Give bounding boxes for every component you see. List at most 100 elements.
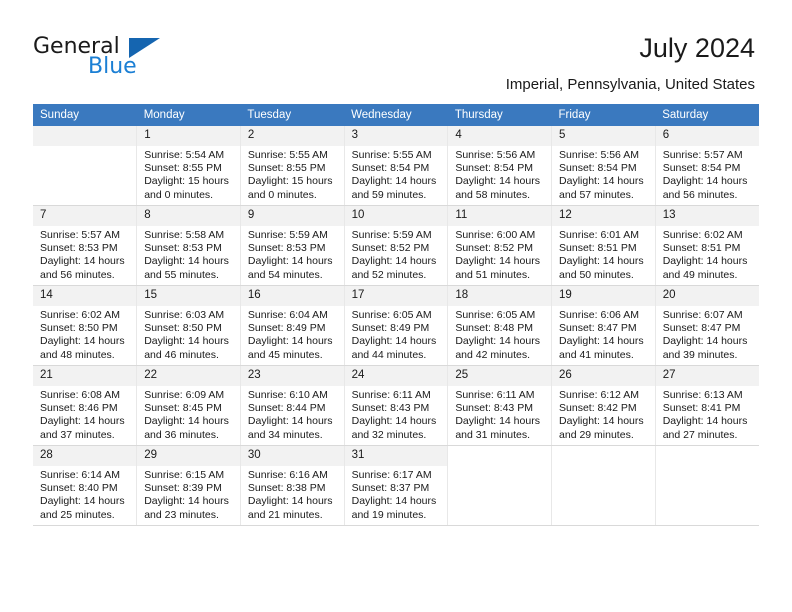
calendar-day-cell[interactable]: 30 Sunrise: 6:16 AM Sunset: 8:38 PM Dayligh… [240,445,345,526]
calendar-day-cell[interactable]: 13 Sunrise: 6:02 AM Sunset: 8:51 PM Dayligh… [655,205,759,286]
sunrise-text: Sunrise: 5:58 AM [144,229,225,241]
weekday-header-saturday: Saturday [655,104,759,126]
sunrise-text: Sunrise: 6:11 AM [351,389,431,401]
day-number: 25 [448,366,552,386]
calendar-cell-inner: 18 Sunrise: 6:05 AM Sunset: 8:48 PM Dayligh… [448,286,552,365]
calendar-day-cell[interactable]: 31 Sunrise: 6:17 AM Sunset: 8:37 PM Dayligh… [344,445,449,526]
daylight-text: Daylight: 14 hours and 50 minutes. [559,255,644,281]
calendar-day-cell[interactable]: 9 Sunrise: 5:59 AM Sunset: 8:53 PM Daylight… [240,205,345,286]
calendar-day-cell[interactable]: 5 Sunrise: 5:56 AM Sunset: 8:54 PM Daylight… [551,126,656,206]
calendar-day-cell[interactable]: 8 Sunrise: 5:58 AM Sunset: 8:53 PM Daylight… [136,205,241,286]
weekday-header-tuesday: Tuesday [240,104,345,126]
calendar-cell-inner [33,126,137,205]
daylight-text: Daylight: 14 hours and 42 minutes. [455,335,540,361]
sunset-text: Sunset: 8:51 PM [662,242,741,255]
sunset-text: Sunset: 8:43 PM [351,402,430,415]
sunset-text: Sunset: 8:53 PM [144,242,222,255]
calendar-cell-empty [551,445,656,526]
sunrise-text: Sunrise: 5:55 AM [247,149,328,161]
calendar-day-cell[interactable]: 4 Sunrise: 5:56 AM Sunset: 8:54 PM Daylight… [447,126,553,206]
day-number: 6 [655,126,759,146]
calendar-day-cell[interactable]: 27 Sunrise: 6:13 AM Sunset: 8:41 PM Dayligh… [655,365,759,446]
calendar-day-cell[interactable]: 29 Sunrise: 6:15 AM Sunset: 8:39 PM Dayligh… [136,445,241,526]
calendar-day-cell[interactable]: 20 Sunrise: 6:07 AM Sunset: 8:47 PM Dayligh… [655,285,759,366]
daylight-text: Daylight: 14 hours and 32 minutes. [351,415,437,441]
calendar-day-cell[interactable]: 21 Sunrise: 6:08 AM Sunset: 8:46 PM Dayligh… [33,365,138,446]
day-number: 15 [137,286,240,306]
day-sun-info: Sunrise: 5:57 AM Sunset: 8:53 PM Daylight:… [33,226,136,282]
day-sun-info: Sunrise: 6:05 AM Sunset: 8:49 PM Daylight:… [345,306,448,362]
sunset-text: Sunset: 8:49 PM [351,322,430,335]
day-number: 11 [448,206,552,226]
daylight-text: Daylight: 14 hours and 56 minutes. [40,255,125,281]
calendar-day-cell[interactable]: 14 Sunrise: 6:02 AM Sunset: 8:50 PM Dayligh… [33,285,138,366]
daylight-text: Daylight: 14 hours and 57 minutes. [559,175,644,201]
day-number: 29 [137,446,240,466]
sunset-text: Sunset: 8:54 PM [455,162,533,175]
calendar-day-cell[interactable]: 22 Sunrise: 6:09 AM Sunset: 8:45 PM Dayligh… [136,365,241,446]
sunset-text: Sunset: 8:37 PM [351,482,430,495]
calendar-cell-inner: 3 Sunrise: 5:55 AM Sunset: 8:54 PM Daylight… [344,126,448,205]
sunset-text: Sunset: 8:50 PM [144,322,222,335]
sunset-text: Sunset: 8:45 PM [144,402,222,415]
calendar-cell-inner: 28 Sunrise: 6:14 AM Sunset: 8:40 PM Dayligh… [33,446,137,525]
day-sun-info: Sunrise: 6:03 AM Sunset: 8:50 PM Daylight:… [137,306,240,362]
calendar-day-cell[interactable]: 3 Sunrise: 5:55 AM Sunset: 8:54 PM Daylight… [344,126,449,206]
day-sun-info: Sunrise: 6:09 AM Sunset: 8:45 PM Daylight:… [137,386,240,442]
calendar-cell-inner: 25 Sunrise: 6:11 AM Sunset: 8:43 PM Dayligh… [448,366,552,445]
calendar-cell-inner: 20 Sunrise: 6:07 AM Sunset: 8:47 PM Dayligh… [655,286,759,365]
calendar-day-cell[interactable]: 18 Sunrise: 6:05 AM Sunset: 8:48 PM Dayligh… [447,285,553,366]
day-sun-info: Sunrise: 5:59 AM Sunset: 8:52 PM Daylight:… [345,226,448,282]
calendar-week-row: 21 Sunrise: 6:08 AM Sunset: 8:46 PM Dayligh… [33,365,759,446]
calendar-day-cell[interactable]: 19 Sunrise: 6:06 AM Sunset: 8:47 PM Dayligh… [551,285,656,366]
day-sun-info: Sunrise: 5:57 AM Sunset: 8:54 PM Daylight:… [656,146,759,202]
daylight-text: Daylight: 14 hours and 37 minutes. [40,415,125,441]
daylight-text: Daylight: 14 hours and 59 minutes. [351,175,437,201]
calendar-day-cell[interactable]: 25 Sunrise: 6:11 AM Sunset: 8:43 PM Dayligh… [447,365,553,446]
day-number: 12 [552,206,655,226]
sunrise-text: Sunrise: 6:02 AM [662,229,743,241]
day-sun-info: Sunrise: 5:56 AM Sunset: 8:54 PM Daylight:… [552,146,655,202]
calendar-day-cell[interactable]: 2 Sunrise: 5:55 AM Sunset: 8:55 PM Daylight… [240,126,345,206]
day-number: 14 [33,286,137,306]
calendar-cell-inner: 6 Sunrise: 5:57 AM Sunset: 8:54 PM Daylight… [655,126,759,205]
calendar-day-cell[interactable]: 11 Sunrise: 6:00 AM Sunset: 8:52 PM Dayligh… [447,205,553,286]
calendar-day-cell[interactable]: 16 Sunrise: 6:04 AM Sunset: 8:49 PM Dayligh… [240,285,345,366]
calendar-day-cell[interactable]: 28 Sunrise: 6:14 AM Sunset: 8:40 PM Dayligh… [33,445,138,526]
calendar-day-cell[interactable]: 10 Sunrise: 5:59 AM Sunset: 8:52 PM Dayligh… [344,205,449,286]
calendar-day-cell[interactable]: 23 Sunrise: 6:10 AM Sunset: 8:44 PM Dayligh… [240,365,345,446]
sunrise-text: Sunrise: 6:08 AM [40,389,120,401]
sunrise-text: Sunrise: 6:14 AM [40,469,120,481]
day-sun-info: Sunrise: 6:11 AM Sunset: 8:43 PM Daylight:… [345,386,448,442]
daylight-text: Daylight: 14 hours and 39 minutes. [662,335,748,361]
calendar-day-cell[interactable]: 17 Sunrise: 6:05 AM Sunset: 8:49 PM Dayligh… [344,285,449,366]
daylight-text: Daylight: 15 hours and 0 minutes. [247,175,333,201]
calendar-day-cell[interactable]: 6 Sunrise: 5:57 AM Sunset: 8:54 PM Daylight… [655,126,759,206]
daylight-text: Daylight: 14 hours and 56 minutes. [662,175,748,201]
daylight-text: Daylight: 14 hours and 41 minutes. [559,335,644,361]
page-subtitle: Imperial, Pennsylvania, United States [505,76,755,93]
calendar-day-cell[interactable]: 15 Sunrise: 6:03 AM Sunset: 8:50 PM Dayligh… [136,285,241,366]
calendar-page: General Blue July 2024 Imperial, Pennsyl… [0,0,792,612]
sunrise-text: Sunrise: 6:09 AM [144,389,225,401]
day-number: 26 [552,366,655,386]
daylight-text: Daylight: 15 hours and 0 minutes. [144,175,229,201]
calendar-cell-inner: 19 Sunrise: 6:06 AM Sunset: 8:47 PM Dayligh… [552,286,655,365]
sunset-text: Sunset: 8:55 PM [144,162,222,175]
day-sun-info: Sunrise: 6:02 AM Sunset: 8:50 PM Daylight:… [33,306,136,362]
calendar-cell-inner: 13 Sunrise: 6:02 AM Sunset: 8:51 PM Dayligh… [655,206,759,285]
calendar-day-cell[interactable]: 12 Sunrise: 6:01 AM Sunset: 8:51 PM Dayligh… [551,205,656,286]
sunset-text: Sunset: 8:53 PM [40,242,118,255]
day-number: 20 [655,286,759,306]
day-sun-info: Sunrise: 5:59 AM Sunset: 8:53 PM Daylight:… [241,226,344,282]
day-number: 21 [33,366,137,386]
calendar-cell-inner: 10 Sunrise: 5:59 AM Sunset: 8:52 PM Dayligh… [344,206,448,285]
page-title: July 2024 [639,33,755,63]
calendar-day-cell[interactable]: 24 Sunrise: 6:11 AM Sunset: 8:43 PM Dayligh… [344,365,449,446]
calendar-day-cell[interactable]: 26 Sunrise: 6:12 AM Sunset: 8:42 PM Dayligh… [551,365,656,446]
weekday-header-sunday: Sunday [33,104,137,126]
calendar-day-cell[interactable]: 7 Sunrise: 5:57 AM Sunset: 8:53 PM Daylight… [33,205,138,286]
brand-logo[interactable]: General Blue [33,34,183,84]
sunrise-text: Sunrise: 6:16 AM [247,469,328,481]
calendar-day-cell[interactable]: 1 Sunrise: 5:54 AM Sunset: 8:55 PM Daylight… [136,126,241,206]
